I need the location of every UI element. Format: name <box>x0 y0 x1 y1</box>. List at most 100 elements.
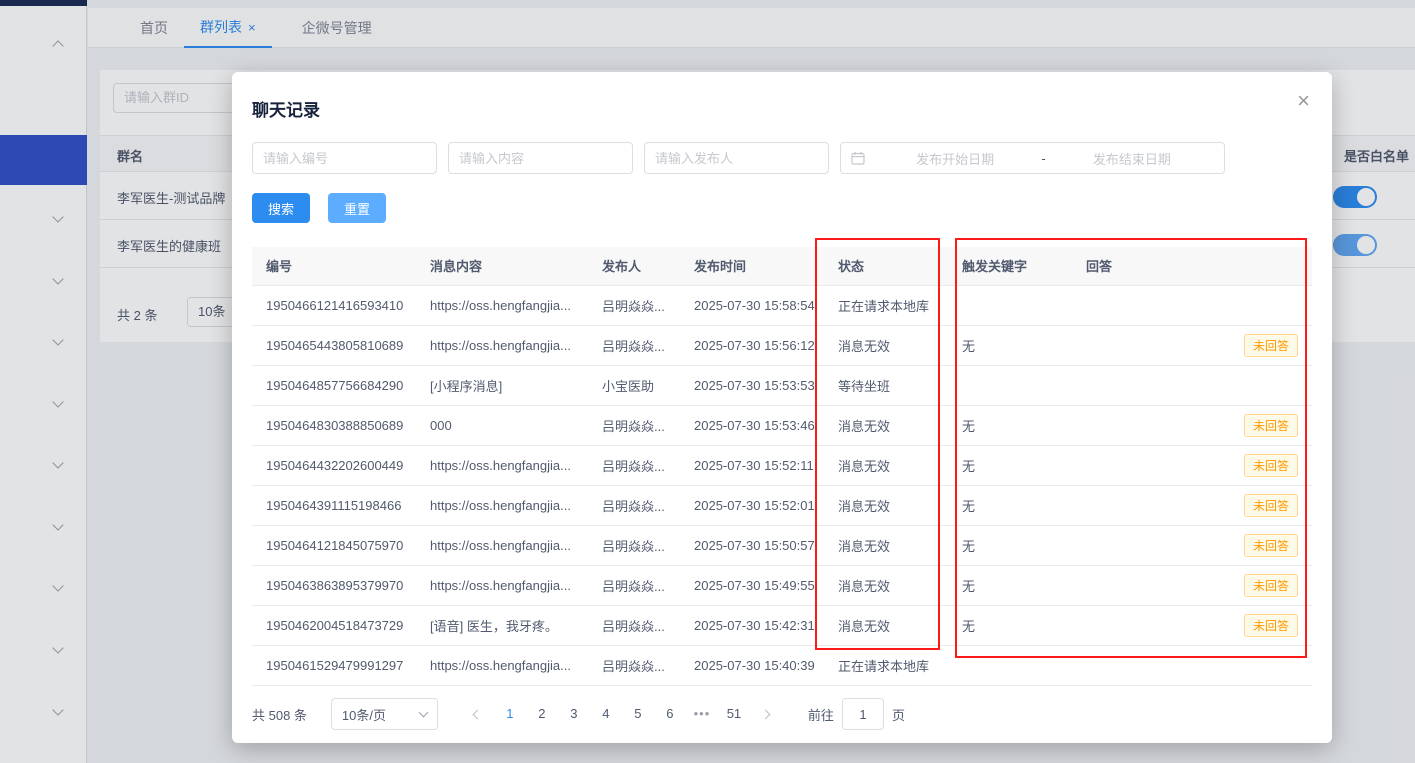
col-answer: 回答 <box>1072 247 1312 286</box>
page-button-51[interactable]: 51 <box>718 698 750 730</box>
search-button[interactable]: 搜索 <box>252 193 311 223</box>
cell-message-id: 1950466121416593410 <box>252 285 416 326</box>
table-row: 1950463863895379970 https://oss.hengfang… <box>252 565 1312 606</box>
unanswered-tag: 未回答 <box>1243 413 1298 437</box>
cell-keyword <box>948 365 1072 406</box>
cell-message-id: 1950462004518473729 <box>252 605 416 646</box>
date-range-picker[interactable]: 发布开始日期 - 发布结束日期 <box>840 142 1225 174</box>
next-page-button[interactable] <box>750 698 782 730</box>
cell-answer: 未回答 <box>1072 485 1312 526</box>
cell-message-id: 1950465443805810689 <box>252 325 416 366</box>
cell-status: 消息无效 <box>824 565 948 606</box>
cell-keyword <box>948 285 1072 326</box>
col-publisher: 发布人 <box>588 247 680 286</box>
date-start-placeholder[interactable]: 发布开始日期 <box>873 149 1037 168</box>
cell-message-id: 1950463863895379970 <box>252 565 416 606</box>
cell-publisher: 吕明焱焱... <box>588 325 680 366</box>
cell-keyword: 无 <box>948 565 1072 606</box>
goto-page: 前往 页 <box>808 698 905 730</box>
col-keyword: 触发关键字 <box>948 247 1072 286</box>
unanswered-tag: 未回答 <box>1243 453 1298 477</box>
publisher-input[interactable] <box>644 142 829 174</box>
page-button-4[interactable]: 4 <box>590 698 622 730</box>
cell-answer: 未回答 <box>1072 405 1312 446</box>
cell-answer: 未回答 <box>1072 325 1312 366</box>
cell-message-id: 1950464830388850689 <box>252 405 416 446</box>
page-button-1[interactable]: 1 <box>494 698 526 730</box>
cell-answer: 未回答 <box>1072 565 1312 606</box>
unanswered-tag: 未回答 <box>1243 613 1298 637</box>
cell-time: 2025-07-30 15:49:55 <box>680 565 824 606</box>
col-time: 发布时间 <box>680 247 824 286</box>
cell-message-id: 1950464432202600449 <box>252 445 416 486</box>
cell-time: 2025-07-30 15:53:53 <box>680 365 824 406</box>
cell-publisher: 吕明焱焱... <box>588 645 680 686</box>
cell-time: 2025-07-30 15:42:31 <box>680 605 824 646</box>
cell-status: 消息无效 <box>824 325 948 366</box>
goto-label: 前往 <box>807 707 834 723</box>
table-header-row: 编号 消息内容 发布人 发布时间 状态 触发关键字 回答 <box>252 247 1312 286</box>
cell-content: https://oss.hengfangjia... <box>416 525 588 566</box>
cell-time: 2025-07-30 15:53:46 <box>680 405 824 446</box>
table-row: 1950464121845075970 https://oss.hengfang… <box>252 525 1312 566</box>
cell-status: 消息无效 <box>824 525 948 566</box>
cell-content: https://oss.hengfangjia... <box>416 325 588 366</box>
total-count: 共 508 条 <box>252 707 307 723</box>
filter-row: 发布开始日期 - 发布结束日期 <box>252 142 1225 174</box>
cell-publisher: 小宝医助 <box>588 365 680 406</box>
cell-time: 2025-07-30 15:50:57 <box>680 525 824 566</box>
cell-status: 消息无效 <box>824 445 948 486</box>
cell-status: 消息无效 <box>824 605 948 646</box>
prev-page-button[interactable] <box>462 698 494 730</box>
cell-content: https://oss.hengfangjia... <box>416 285 588 326</box>
cell-time: 2025-07-30 15:40:39 <box>680 645 824 686</box>
cell-answer: 未回答 <box>1072 605 1312 646</box>
unanswered-tag: 未回答 <box>1243 573 1298 597</box>
page-button-3[interactable]: 3 <box>558 698 590 730</box>
content-input[interactable] <box>448 142 633 174</box>
cell-answer <box>1072 365 1312 406</box>
date-separator: - <box>1041 150 1046 166</box>
page-button-2[interactable]: 2 <box>526 698 558 730</box>
table-row: 1950464857756684290 [小程序消息] 小宝医助 2025-07… <box>252 365 1312 406</box>
cell-message-id: 1950464121845075970 <box>252 525 416 566</box>
cell-message-id: 1950461529479991297 <box>252 645 416 686</box>
cell-status: 等待坐班 <box>824 365 948 406</box>
unanswered-tag: 未回答 <box>1243 333 1298 357</box>
col-id: 编号 <box>252 247 416 286</box>
cell-keyword: 无 <box>948 325 1072 366</box>
cell-content: 000 <box>416 405 588 446</box>
pagination-bar: 共 508 条 10条/页 123456 ••• 51 前往 页 <box>252 698 1312 730</box>
cell-status: 消息无效 <box>824 405 948 446</box>
cell-status: 正在请求本地库 <box>824 285 948 326</box>
cell-keyword <box>948 645 1072 686</box>
action-buttons: 搜索 重置 <box>252 193 387 223</box>
cell-publisher: 吕明焱焱... <box>588 405 680 446</box>
cell-content: [语音] 医生，我牙疼。 <box>416 605 588 646</box>
chevron-down-icon <box>418 707 429 718</box>
cell-publisher: 吕明焱焱... <box>588 565 680 606</box>
goto-suffix: 页 <box>891 707 905 723</box>
table-row: 1950461529479991297 https://oss.hengfang… <box>252 645 1312 686</box>
close-icon[interactable]: × <box>1297 90 1310 112</box>
date-end-placeholder[interactable]: 发布结束日期 <box>1050 149 1214 168</box>
cell-content: https://oss.hengfangjia... <box>416 445 588 486</box>
cell-message-id: 1950464857756684290 <box>252 365 416 406</box>
chat-records-table: 编号 消息内容 发布人 发布时间 状态 触发关键字 回答 19504661214… <box>252 247 1312 686</box>
cell-status: 消息无效 <box>824 485 948 526</box>
reset-button[interactable]: 重置 <box>328 193 387 223</box>
page-button-5[interactable]: 5 <box>622 698 654 730</box>
page-size-select[interactable]: 10条/页 <box>330 698 438 730</box>
message-id-input[interactable] <box>252 142 437 174</box>
col-content: 消息内容 <box>416 247 588 286</box>
cell-keyword: 无 <box>948 525 1072 566</box>
goto-page-input[interactable] <box>841 698 884 730</box>
table-row: 1950464830388850689 000 吕明焱焱... 2025-07-… <box>252 405 1312 446</box>
cell-content: https://oss.hengfangjia... <box>416 645 588 686</box>
page-button-6[interactable]: 6 <box>654 698 686 730</box>
cell-keyword: 无 <box>948 605 1072 646</box>
cell-answer <box>1072 645 1312 686</box>
modal-title: 聊天记录 <box>252 101 320 120</box>
col-status: 状态 <box>824 247 948 286</box>
cell-status: 正在请求本地库 <box>824 645 948 686</box>
